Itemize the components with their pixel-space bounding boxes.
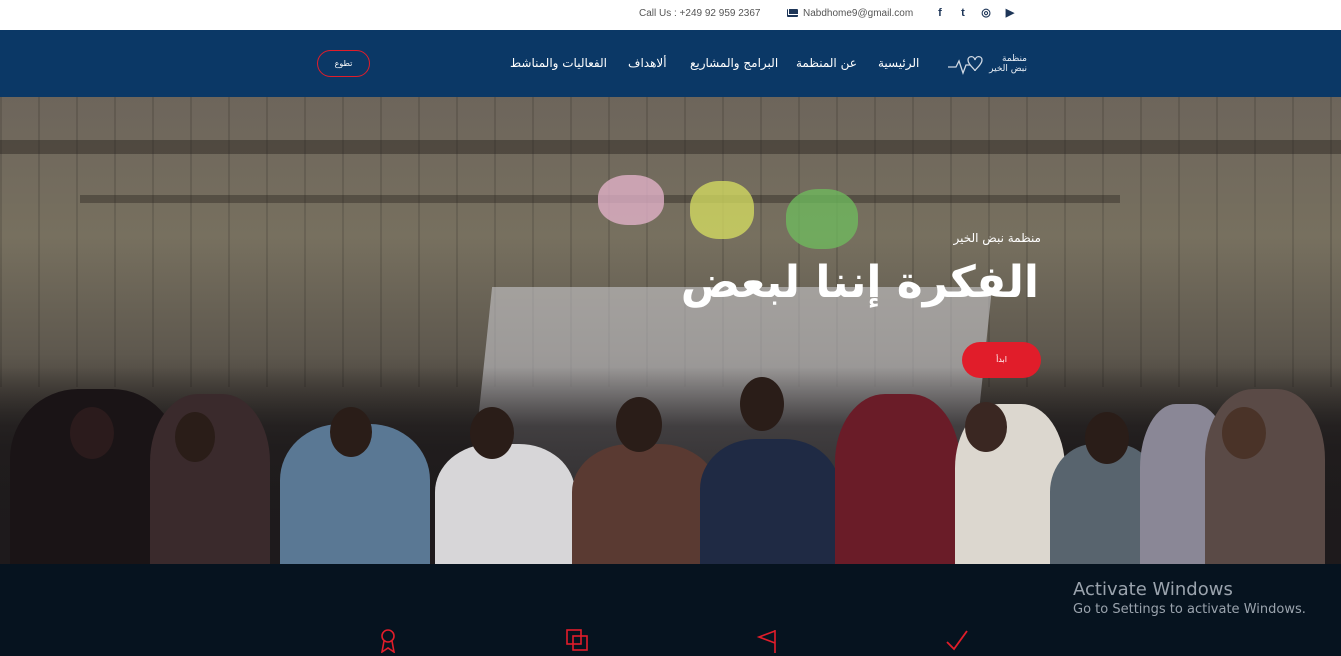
nav-events[interactable]: الفعاليات والمناشط (510, 56, 607, 70)
volunteer-button[interactable]: تطوع (317, 50, 370, 77)
person-head (965, 402, 1007, 452)
twitter-icon[interactable]: t (957, 6, 969, 20)
facebook-icon[interactable]: f (934, 6, 946, 20)
watermark-title: Activate Windows (1073, 579, 1233, 600)
hero-crowd (0, 367, 1341, 564)
person-head (616, 397, 662, 452)
decor-cloud (786, 189, 858, 249)
person-head (1085, 412, 1129, 464)
decor-cloud (598, 175, 664, 225)
person (700, 439, 840, 564)
hero-beam (0, 140, 1341, 154)
hero-kicker: منظمة نبض الخير (953, 231, 1041, 245)
person-head (330, 407, 372, 457)
flag-icon (756, 630, 776, 653)
check-icon (946, 630, 968, 651)
nav-about[interactable]: عن المنظمة (796, 56, 857, 70)
watermark-subtitle: Go to Settings to activate Windows. (1073, 602, 1306, 617)
logo-text: منظمة نبض الخير (989, 54, 1027, 74)
person-head (175, 412, 215, 462)
person (835, 394, 960, 564)
person-head (740, 377, 784, 431)
person (1205, 389, 1325, 564)
top-bar: Call Us : +249 92 959 2367 Nabdhome9@gma… (0, 0, 1341, 30)
call-us-text: Call Us : +249 92 959 2367 (639, 8, 761, 19)
youtube-icon[interactable]: ▶ (1004, 6, 1016, 20)
copy-icon (566, 629, 588, 651)
decor-cloud (690, 181, 754, 239)
start-button[interactable]: ابدأ (962, 342, 1041, 378)
nav-goals[interactable]: ألاهداف (628, 56, 667, 70)
nav-home[interactable]: الرئيسية (878, 56, 919, 70)
mail-icon (787, 9, 798, 17)
person-head (1222, 407, 1266, 459)
instagram-icon[interactable]: ◎ (980, 6, 992, 20)
windows-activation-watermark: Activate Windows Go to Settings to activ… (1073, 579, 1306, 617)
nav-programs[interactable]: البرامج والمشاريع (690, 56, 778, 70)
email-link[interactable]: Nabdhome9@gmail.com (803, 8, 913, 19)
person-head (70, 407, 114, 459)
person-head (470, 407, 514, 459)
person (435, 444, 575, 564)
hero-section: منظمة نبض الخير الفكرة إننا لبعض ابدأ (0, 97, 1341, 564)
main-navbar: منظمة نبض الخير الرئيسية عن المنظمة البر… (0, 30, 1341, 97)
ribbon-icon (381, 629, 395, 653)
person (572, 444, 718, 564)
hero-title: الفكرة إننا لبعض (680, 257, 1039, 308)
